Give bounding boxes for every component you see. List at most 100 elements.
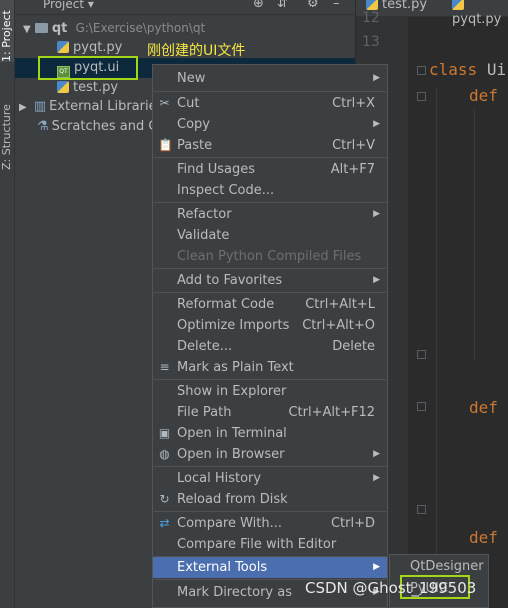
menu-separator: [154, 268, 386, 269]
menu-label: Copy: [177, 117, 210, 132]
menu-label: Mark as Plain Text: [177, 360, 294, 375]
fold-marker-icon[interactable]: [417, 350, 426, 359]
menu-item-new[interactable]: New ▶: [153, 68, 387, 89]
menu-item-validate[interactable]: Validate: [153, 225, 387, 246]
submenu-arrow-icon: ▶: [373, 473, 380, 483]
menu-item-open-in-browser[interactable]: ◍ Open in Browser ▶: [153, 444, 387, 465]
menu-label: QtDesigner: [410, 559, 484, 574]
collapse-icon[interactable]: ⇵: [277, 0, 288, 11]
menu-item-compare-file-editor[interactable]: Compare File with Editor: [153, 534, 387, 555]
chevron-right-icon[interactable]: ▶: [19, 102, 27, 113]
menu-item-show-in-explorer[interactable]: Show in Explorer: [153, 381, 387, 402]
menu-item-mark-plain-text[interactable]: ≡ Mark as Plain Text: [153, 357, 387, 378]
menu-label: Optimize Imports: [177, 318, 290, 333]
menu-item-external-tools[interactable]: External Tools ▶: [153, 557, 387, 578]
menu-item-cut[interactable]: ✂ Cut Ctrl+X: [153, 93, 387, 114]
menu-label: New: [177, 71, 206, 86]
menu-separator: [154, 511, 386, 512]
tree-label: External Libraries: [49, 99, 164, 114]
menu-item-copy[interactable]: Copy ▶: [153, 114, 387, 135]
tree-root[interactable]: ▼ qt G:\Exercise\python\qt: [23, 18, 205, 38]
tree-file-pyqt-py[interactable]: pyqt.py: [57, 38, 122, 58]
annotation-text: 刚创建的UI文件: [147, 43, 246, 59]
submenu-arrow-icon: ▶: [373, 73, 380, 83]
menu-label: Reformat Code: [177, 297, 275, 312]
menu-label: Find Usages: [177, 162, 256, 177]
menu-shortcut: Ctrl+X: [332, 96, 375, 111]
menu-label: Paste: [177, 138, 213, 153]
structure-tool-tab[interactable]: Z: Structure: [0, 90, 14, 170]
code-def-line[interactable]: def: [469, 398, 498, 417]
indent-guide: [474, 110, 475, 360]
file-label: test.py: [73, 80, 119, 95]
tree-scratches[interactable]: ⚗ Scratches and Co: [37, 117, 165, 137]
menu-item-delete[interactable]: Delete... Delete: [153, 336, 387, 357]
fold-marker-icon[interactable]: [417, 505, 426, 514]
root-path: G:\Exercise\python\qt: [75, 21, 206, 35]
menu-shortcut: Ctrl+D: [330, 516, 375, 531]
code-def-line[interactable]: def: [469, 86, 498, 105]
menu-item-inspect-code[interactable]: Inspect Code...: [153, 180, 387, 201]
globe-icon: ◍: [159, 447, 170, 461]
menu-label: Refactor: [177, 207, 232, 222]
python-file-icon: [452, 0, 464, 10]
menu-item-refactor[interactable]: Refactor ▶: [153, 204, 387, 225]
submenu-arrow-icon: ▶: [373, 449, 380, 459]
fold-marker-icon[interactable]: [417, 402, 426, 411]
menu-separator: [154, 466, 386, 467]
context-menu: New ▶ ✂ Cut Ctrl+X Copy ▶ 📋 Paste Ctrl+V Find …: [152, 64, 388, 608]
menu-label: Delete...: [177, 339, 233, 354]
submenu-arrow-icon: ▶: [373, 209, 380, 219]
menu-label: External Tools: [177, 560, 268, 575]
menu-item-add-to-favorites[interactable]: Add to Favorites ▶: [153, 270, 387, 291]
submenu-arrow-icon: ▶: [373, 119, 380, 129]
menu-separator: [154, 91, 386, 92]
menu-label: Compare File with Editor: [177, 537, 337, 552]
menu-label: Mark Directory as: [177, 585, 292, 600]
menu-shortcut: Ctrl+V: [332, 138, 375, 153]
menu-item-open-in-terminal[interactable]: ▣ Open in Terminal: [153, 423, 387, 444]
menu-item-reformat-code[interactable]: Reformat Code Ctrl+Alt+L: [153, 294, 387, 315]
hide-icon[interactable]: –: [333, 0, 340, 11]
library-icon: ▥: [33, 99, 47, 114]
gear-icon[interactable]: ⚙: [307, 0, 319, 11]
chevron-down-icon[interactable]: ▼: [23, 24, 31, 35]
menu-shortcut: Delete: [332, 339, 375, 354]
tree-external-libraries[interactable]: ▶ ▥ External Libraries: [19, 97, 163, 117]
menu-item-find-usages[interactable]: Find Usages Alt+F7: [153, 159, 387, 180]
fold-marker-icon[interactable]: [417, 92, 426, 101]
menu-shortcut: Ctrl+Alt+L: [305, 297, 375, 312]
menu-label: Reload from Disk: [177, 492, 288, 507]
menu-item-optimize-imports[interactable]: Optimize Imports Ctrl+Alt+O: [153, 315, 387, 336]
tree-file-test-py[interactable]: test.py: [57, 78, 118, 98]
menu-item-local-history[interactable]: Local History ▶: [153, 468, 387, 489]
python-file-icon: [57, 41, 69, 53]
menu-label: Local History: [177, 471, 262, 486]
menu-item-reload-from-disk[interactable]: ↻ Reload from Disk: [153, 489, 387, 510]
line-number: 12: [362, 10, 380, 26]
submenu-arrow-icon: ▶: [373, 562, 380, 572]
menu-item-compare-with[interactable]: ⇄ Compare With... Ctrl+D: [153, 513, 387, 534]
fold-marker-icon[interactable]: [417, 66, 426, 75]
menu-label: Show in Explorer: [177, 384, 287, 399]
menu-item-paste[interactable]: 📋 Paste Ctrl+V: [153, 135, 387, 156]
project-panel-header: Project ▾ ⊕ ⇵ ⚙ –: [15, 0, 355, 15]
menu-label: Compare With...: [177, 516, 283, 531]
tab-label: test.py: [382, 0, 428, 12]
python-file-icon: [57, 81, 69, 93]
menu-shortcut: Ctrl+Alt+O: [302, 318, 375, 333]
menu-item-file-path[interactable]: File Path Ctrl+Alt+F12: [153, 402, 387, 423]
code-def-line[interactable]: def: [469, 528, 498, 547]
line-number: 13: [362, 34, 380, 50]
locate-icon[interactable]: ⊕: [253, 0, 264, 11]
menu-label: Open in Terminal: [177, 426, 287, 441]
code-class-line[interactable]: class Ui: [429, 60, 506, 79]
menu-label: Clean Python Compiled Files: [177, 249, 362, 264]
panel-title[interactable]: Project ▾: [43, 0, 94, 11]
python-file-icon: [366, 0, 378, 10]
project-tool-tab[interactable]: 1: Project: [0, 0, 14, 62]
tab-pyqt-py[interactable]: pyqt.py: [452, 0, 508, 27]
keyword: class: [429, 60, 478, 79]
menu-label: Add to Favorites: [177, 273, 283, 288]
menu-separator: [154, 292, 386, 293]
